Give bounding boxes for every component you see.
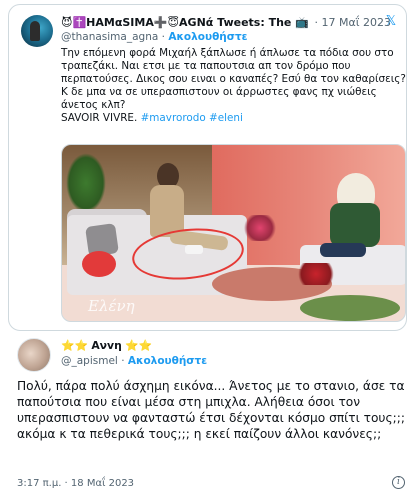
- follow-button[interactable]: Ακολουθήστε: [168, 31, 247, 43]
- reply-tweet-header: ⭐⭐ Ανvη ⭐⭐: [61, 339, 152, 353]
- reply-author-handle[interactable]: @_apismel: [61, 355, 118, 367]
- quoted-text-body: Την επόμενη φορά Μιχαήλ ξάπλωσε ή άπλωσε…: [61, 47, 406, 111]
- star-icons-right: ⭐⭐: [125, 339, 153, 352]
- tweet-media-image[interactable]: Ελένη: [61, 144, 406, 322]
- media-woman-body: [330, 203, 380, 247]
- media-table-green: [300, 295, 400, 321]
- quoted-text-footer: SAVOIR VIVRE. #mavrorodo #eleni: [61, 112, 406, 125]
- media-plant: [66, 153, 106, 213]
- hashtag-eleni[interactable]: #eleni: [209, 112, 243, 124]
- follow-separator: ·: [161, 31, 165, 43]
- header-separator: ·: [314, 16, 319, 29]
- reply-handle-row: @_apismel · Ακολουθήστε: [61, 355, 207, 367]
- media-watermark-logo: Ελένη: [88, 297, 135, 315]
- quoted-author-avatar[interactable]: [21, 15, 53, 47]
- reply-author-name[interactable]: Ανvη: [91, 339, 121, 352]
- media-woman-legs: [320, 243, 366, 257]
- quoted-author-handle[interactable]: @thanasima_agna: [61, 31, 158, 43]
- savoir-vivre-text: SAVOIR VIVRE.: [61, 112, 141, 124]
- media-flowers-back: [242, 215, 278, 241]
- media-pillow-red: [82, 251, 116, 277]
- star-icons-left: ⭐⭐: [61, 339, 88, 352]
- media-flowers: [294, 263, 338, 285]
- hashtag-mavrorodo[interactable]: #mavrorodo: [141, 112, 206, 124]
- reply-tweet-text: Πολύ, πάρα πολύ άσχημη εικόνα... Άνετος …: [17, 379, 405, 441]
- quoted-tweet-date[interactable]: 17 Μαΐ 2023: [322, 16, 391, 29]
- reply-author-avatar[interactable]: [17, 338, 51, 372]
- quoted-tweet-text: Την επόμενη φορά Μιχαήλ ξάπλωσε ή άπλωσε…: [61, 47, 406, 125]
- info-icon[interactable]: i: [392, 476, 405, 489]
- reply-follow-button[interactable]: Ακολουθήστε: [128, 355, 207, 367]
- quoted-author-name[interactable]: 😈✝️ΗΑΜαSIMA➕😇ΑGΝά Tweets: The 📺 ...: [61, 16, 311, 30]
- avatar-figure: [30, 21, 40, 41]
- quoted-tweet-header: 😈✝️ΗΑΜαSIMA➕😇ΑGΝά Tweets: The 📺 ... · 17…: [61, 16, 401, 30]
- quoted-tweet-card[interactable]: 😈✝️ΗΑΜαSIMA➕😇ΑGΝά Tweets: The 📺 ... · 17…: [8, 4, 407, 331]
- quoted-handle-row: @thanasima_agna · Ακολουθήστε: [61, 31, 248, 43]
- reply-timestamp[interactable]: 3:17 π.μ. · 18 Μαΐ 2023: [17, 478, 134, 489]
- x-logo-icon[interactable]: 𝕏: [384, 15, 398, 29]
- reply-follow-separator: ·: [121, 355, 125, 367]
